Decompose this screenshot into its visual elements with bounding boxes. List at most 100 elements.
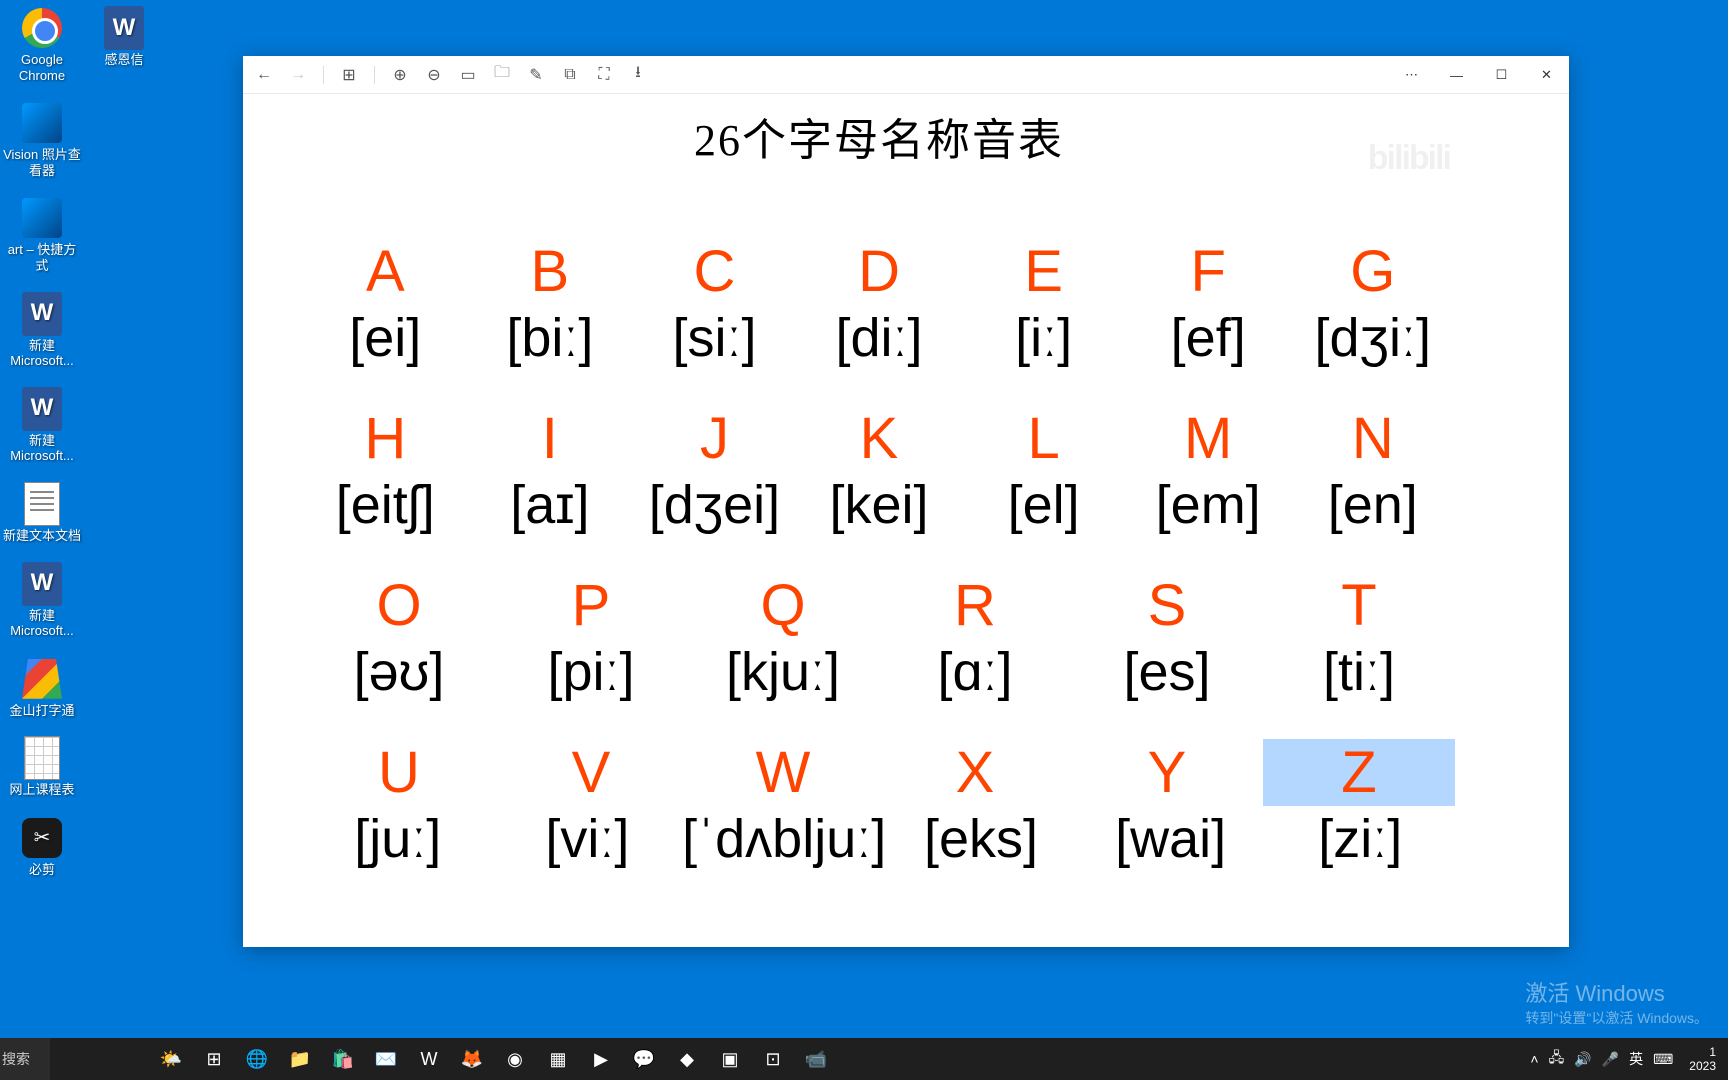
phonetic-cell: [em]	[1126, 474, 1291, 536]
viewer-toolbar: ←→ ⊞ ⊕⊖▭🗀✎⧉⛶⭳ ⋯ — ☐ ✕	[243, 56, 1569, 94]
phonetic-cell: [el]	[961, 474, 1126, 536]
tray-keyboard-icon[interactable]: ⌨	[1653, 1051, 1673, 1068]
app-3-icon[interactable]: ◆	[666, 1038, 708, 1080]
minimize-button[interactable]: —	[1434, 56, 1479, 94]
letter-cell: G	[1290, 238, 1455, 305]
letter-cell: N	[1290, 405, 1455, 472]
tray-network-icon[interactable]: 🖧	[1549, 1047, 1565, 1071]
tray-ime-icon[interactable]: 英	[1629, 1049, 1643, 1069]
letter-cell: Q	[687, 572, 879, 639]
app-5-icon[interactable]: ⊡	[752, 1038, 794, 1080]
zoom-in-icon[interactable]: ⊕	[385, 60, 415, 90]
letter-cell: Z	[1263, 739, 1455, 806]
taskview-icon[interactable]: ⊞	[193, 1038, 235, 1080]
close-button[interactable]: ✕	[1524, 56, 1569, 94]
letter-cell: W	[687, 739, 879, 806]
firefox-icon[interactable]: 🦊	[451, 1038, 493, 1080]
word-doc-1-label: 新建 Microsoft...	[2, 338, 82, 369]
phonetic-cell: [dʒiː]	[1290, 307, 1455, 369]
app-1-icon[interactable]: ▦	[537, 1038, 579, 1080]
tray-chevron-icon[interactable]: ˄	[1530, 1051, 1538, 1067]
phonetic-cell: [en]	[1290, 474, 1455, 536]
letter-cell: J	[632, 405, 797, 472]
text-doc-image	[18, 480, 66, 528]
typing-app[interactable]: 金山打字通	[2, 655, 82, 719]
word-doc-3[interactable]: 新建 Microsoft...	[2, 560, 82, 639]
edge-icon[interactable]: 🌐	[236, 1038, 278, 1080]
app-4-icon[interactable]: ▣	[709, 1038, 751, 1080]
phonetic-cell: [viː]	[493, 808, 683, 870]
phonetic-cell: [kjuː]	[687, 641, 879, 703]
word-doc-letter[interactable]: 感恩信	[84, 4, 164, 68]
tray-sound-icon[interactable]: 🔊	[1574, 1051, 1591, 1068]
letter-cell: K	[797, 405, 962, 472]
shortcut-icon[interactable]: art – 快捷方式	[2, 194, 82, 273]
bixu-app-image: ✂	[18, 814, 66, 862]
explorer-icon[interactable]: 📁	[279, 1038, 321, 1080]
activate-subtitle: 转到"设置"以激活 Windows。	[1525, 1008, 1708, 1028]
phonetic-cell: [eks]	[886, 808, 1076, 870]
schedule[interactable]: 网上课程表	[2, 734, 82, 798]
activate-title: 激活 Windows	[1525, 976, 1708, 1008]
letter-cell: D	[797, 238, 962, 305]
letter-cell: P	[495, 572, 687, 639]
folder-icon[interactable]: 🗀	[487, 60, 517, 90]
chrome-task-icon[interactable]: ◉	[494, 1038, 536, 1080]
word-doc-2[interactable]: 新建 Microsoft...	[2, 385, 82, 464]
bixu-app[interactable]: ✂必剪	[2, 814, 82, 878]
taskbar: 搜索 🌤️⊞🌐📁🛍️✉️W🦊◉▦▶💬◆▣⊡📹 ˄ 🖧 🔊 🎤 英 ⌨ 1 202…	[0, 1038, 1728, 1080]
letter-cell: S	[1071, 572, 1263, 639]
vision-icon-image	[18, 99, 66, 147]
letter-cell: M	[1126, 405, 1291, 472]
letter-row: UVWXYZ	[303, 739, 1455, 806]
word-doc-1[interactable]: 新建 Microsoft...	[2, 290, 82, 369]
chrome-icon-image	[18, 4, 66, 52]
chrome-icon[interactable]: Google Chrome	[2, 4, 82, 83]
app-6-icon[interactable]: 📹	[795, 1038, 837, 1080]
text-doc-label: 新建文本文档	[3, 528, 81, 544]
word-icon[interactable]: W	[408, 1038, 450, 1080]
copy-icon[interactable]: ⧉	[555, 60, 585, 90]
more-button[interactable]: ⋯	[1389, 56, 1434, 94]
letter-cell: R	[879, 572, 1071, 639]
activate-windows-watermark: 激活 Windows 转到"设置"以激活 Windows。	[1525, 976, 1708, 1028]
tray-time: 1	[1689, 1045, 1716, 1059]
system-tray: ˄ 🖧 🔊 🎤 英 ⌨ 1 2023	[1530, 1038, 1728, 1080]
fit-icon[interactable]: ▭	[453, 60, 483, 90]
shortcut-icon-label: art – 快捷方式	[2, 242, 82, 273]
phonetic-cell: [diː]	[797, 307, 962, 369]
letter-cell: V	[495, 739, 687, 806]
mail-icon[interactable]: ✉️	[365, 1038, 407, 1080]
tray-mic-icon[interactable]: 🎤	[1602, 1051, 1619, 1068]
text-doc[interactable]: 新建文本文档	[2, 480, 82, 544]
word-doc-3-image	[18, 560, 66, 608]
bilibili-watermark: bilibili	[1368, 139, 1450, 178]
word-doc-letter-image	[100, 4, 148, 52]
taskbar-search[interactable]: 搜索	[0, 1038, 50, 1080]
back-icon[interactable]: ←	[249, 60, 279, 90]
fullscreen-icon[interactable]: ⛶	[589, 60, 619, 90]
weather-icon[interactable]: 🌤️	[150, 1038, 192, 1080]
app-2-icon[interactable]: ▶	[580, 1038, 622, 1080]
phonetic-cell: [ei]	[303, 307, 468, 369]
letter-cell: A	[303, 238, 468, 305]
maximize-button[interactable]: ☐	[1479, 56, 1524, 94]
vision-icon[interactable]: Vision 照片查看器	[2, 99, 82, 178]
tray-clock[interactable]: 1 2023	[1683, 1045, 1722, 1074]
word-doc-1-image	[18, 290, 66, 338]
phonetic-cell: [juː]	[303, 808, 493, 870]
store-icon[interactable]: 🛍️	[322, 1038, 364, 1080]
wechat-icon[interactable]: 💬	[623, 1038, 665, 1080]
gallery-icon[interactable]: ⊞	[334, 60, 364, 90]
zoom-out-icon[interactable]: ⊖	[419, 60, 449, 90]
letter-cell: O	[303, 572, 495, 639]
letter-cell: Y	[1071, 739, 1263, 806]
typing-app-label: 金山打字通	[9, 703, 74, 719]
phonetic-cell: [iː]	[961, 307, 1126, 369]
forward-icon: →	[283, 60, 313, 90]
phonetic-cell: [wai]	[1076, 808, 1266, 870]
edit-icon[interactable]: ✎	[521, 60, 551, 90]
letter-row: OPQRST	[303, 572, 1455, 639]
download-icon[interactable]: ⭳	[623, 60, 653, 90]
desktop-icons-col-2: 感恩信	[82, 4, 164, 68]
